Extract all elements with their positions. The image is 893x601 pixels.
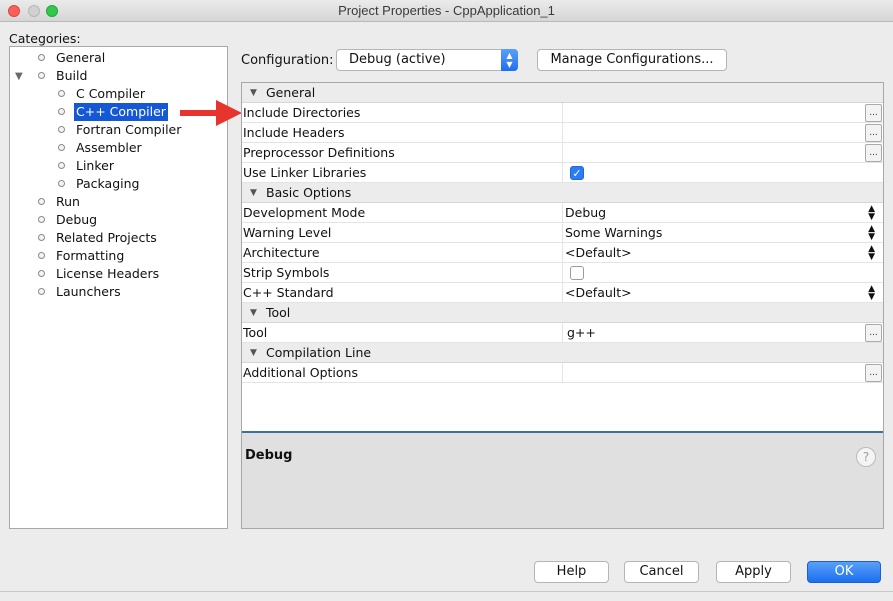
title-bar: Project Properties - CppApplication_1 <box>0 0 893 22</box>
select-updown-icon: ▲ ▼ <box>868 244 875 262</box>
expand-triangle-icon[interactable]: ▼ <box>15 68 23 86</box>
description-title: Debug <box>245 448 293 463</box>
select-updown-icon: ▲ ▼ <box>868 204 875 222</box>
browse-button[interactable]: ... <box>865 324 882 342</box>
configuration-value: Debug (active) <box>349 52 446 67</box>
window-title: Project Properties - CppApplication_1 <box>338 3 555 18</box>
collapse-triangle-icon[interactable]: ▼ <box>250 183 257 203</box>
property-row-strip-symbols[interactable]: Strip Symbols <box>242 263 883 283</box>
help-button[interactable]: Help <box>534 561 609 583</box>
bullet-icon <box>58 126 65 133</box>
property-row-warning-level[interactable]: Warning Level Some Warnings ▲ ▼ <box>242 223 883 243</box>
warning-level-select[interactable]: Some Warnings ▲ ▼ <box>562 223 883 243</box>
browse-button[interactable]: ... <box>865 364 882 382</box>
property-row-architecture[interactable]: Architecture <Default> ▲ ▼ <box>242 243 883 263</box>
strip-symbols-checkbox[interactable] <box>570 266 584 280</box>
property-row-include-directories[interactable]: Include Directories ... <box>242 103 883 123</box>
browse-button[interactable]: ... <box>865 104 882 122</box>
bullet-icon <box>38 216 45 223</box>
property-row-development-mode[interactable]: Development Mode Debug ▲ ▼ <box>242 203 883 223</box>
use-linker-libraries-checkbox[interactable]: ✓ <box>570 166 584 180</box>
bullet-icon <box>38 252 45 259</box>
section-basic-options[interactable]: ▼ Basic Options <box>242 183 883 203</box>
property-row-use-linker-libraries[interactable]: Use Linker Libraries ✓ <box>242 163 883 183</box>
bullet-icon <box>58 90 65 97</box>
property-value-cell[interactable]: ... <box>562 363 883 383</box>
section-tool[interactable]: ▼ Tool <box>242 303 883 323</box>
select-updown-icon: ▲ ▼ <box>868 284 875 302</box>
help-icon[interactable]: ? <box>856 447 876 467</box>
cancel-button[interactable]: Cancel <box>624 561 699 583</box>
bullet-icon <box>38 234 45 241</box>
development-mode-select[interactable]: Debug ▲ ▼ <box>562 203 883 223</box>
bullet-icon <box>38 198 45 205</box>
collapse-triangle-icon[interactable]: ▼ <box>250 83 257 103</box>
property-value-cell[interactable]: ... <box>562 143 883 163</box>
architecture-select[interactable]: <Default> ▲ ▼ <box>562 243 883 263</box>
property-row-additional-options[interactable]: Additional Options ... <box>242 363 883 383</box>
property-row-include-headers[interactable]: Include Headers ... <box>242 123 883 143</box>
property-value-cell: ✓ <box>562 163 883 183</box>
configuration-label: Configuration: <box>241 53 334 68</box>
bullet-icon <box>38 72 45 79</box>
section-general[interactable]: ▼ General <box>242 83 883 103</box>
background-editor-strip <box>0 591 893 601</box>
browse-button[interactable]: ... <box>865 144 882 162</box>
select-updown-icon: ▲ ▼ <box>868 224 875 242</box>
collapse-triangle-icon[interactable]: ▼ <box>250 303 257 323</box>
apply-button[interactable]: Apply <box>716 561 791 583</box>
bullet-icon <box>38 270 45 277</box>
property-row-cpp-standard[interactable]: C++ Standard <Default> ▲ ▼ <box>242 283 883 303</box>
manage-configurations-button[interactable]: Manage Configurations... <box>537 49 727 71</box>
bullet-icon <box>58 162 65 169</box>
property-value-cell <box>562 263 883 283</box>
bullet-icon <box>58 180 65 187</box>
ok-button[interactable]: OK <box>807 561 881 583</box>
cpp-standard-select[interactable]: <Default> ▲ ▼ <box>562 283 883 303</box>
bullet-icon <box>58 108 65 115</box>
property-row-preprocessor-definitions[interactable]: Preprocessor Definitions ... <box>242 143 883 163</box>
categories-label: Categories: <box>9 31 81 46</box>
bullet-icon <box>58 144 65 151</box>
browse-button[interactable]: ... <box>865 124 882 142</box>
property-sheet: ▼ General Include Directories ... Includ… <box>241 82 884 529</box>
annotation-arrow-icon <box>180 100 242 126</box>
property-value-cell[interactable]: ... <box>562 123 883 143</box>
section-compilation-line[interactable]: ▼ Compilation Line <box>242 343 883 363</box>
select-updown-icon: ▲ ▼ <box>501 49 518 71</box>
property-row-tool[interactable]: Tool g++ ... <box>242 323 883 343</box>
collapse-triangle-icon[interactable]: ▼ <box>250 343 257 363</box>
property-grid: ▼ General Include Directories ... Includ… <box>242 83 883 433</box>
bullet-icon <box>38 54 45 61</box>
bullet-icon <box>38 288 45 295</box>
property-value-cell[interactable]: ... <box>562 103 883 123</box>
configuration-select[interactable]: Debug (active) ▲ ▼ <box>336 49 518 71</box>
property-value-cell[interactable]: g++ ... <box>562 323 883 343</box>
